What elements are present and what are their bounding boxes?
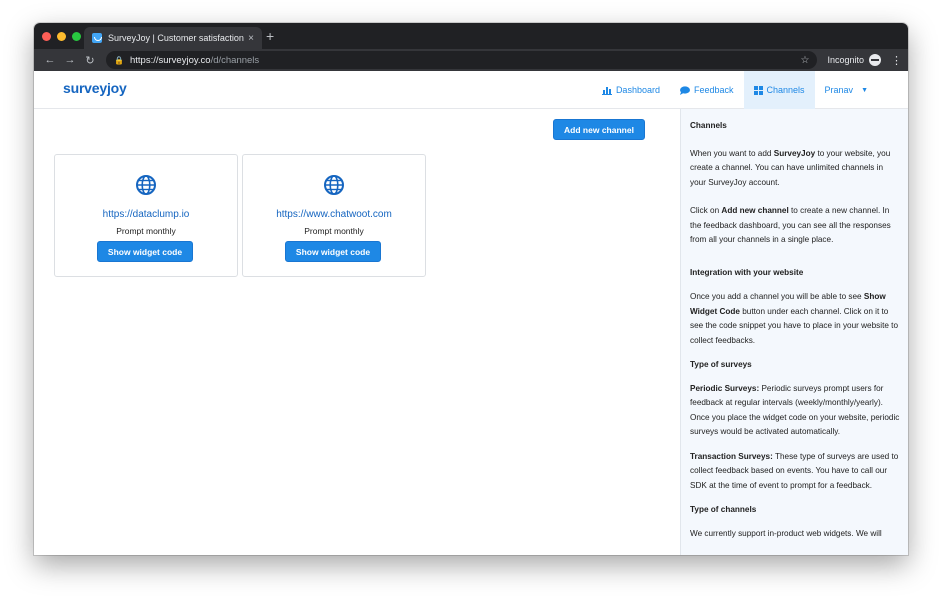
tab-close-icon[interactable]: ×: [248, 33, 254, 44]
maximize-window-button[interactable]: [72, 32, 81, 41]
globe-icon: [324, 175, 344, 195]
channel-card: https://dataclump.io Prompt monthly Show…: [54, 154, 238, 277]
reload-icon[interactable]: ↻: [80, 54, 100, 67]
tab-title: SurveyJoy | Customer satisfaction: [108, 33, 244, 43]
bookmark-star-icon[interactable]: ☆: [801, 55, 810, 66]
browser-menu-icon[interactable]: ⋮: [891, 54, 902, 67]
minimize-window-button[interactable]: [57, 32, 66, 41]
nav-dashboard-label: Dashboard: [615, 85, 660, 95]
nav-channels-label: Channels: [766, 85, 805, 95]
page-content: Add new channel https://dataclump.io Pro…: [34, 109, 908, 555]
url-host: https://surveyjoy.co: [129, 54, 211, 66]
url-path: /d/channels: [210, 54, 260, 66]
add-new-channel-button[interactable]: Add new channel: [553, 119, 645, 140]
tab-strip: SurveyJoy | Customer satisfaction × +: [34, 23, 908, 49]
surveyjoy-favicon-icon: [92, 33, 102, 43]
user-menu[interactable]: Pranav ▼: [815, 71, 908, 109]
channel-url-link[interactable]: https://www.chatwoot.com: [243, 209, 425, 220]
channel-url-link[interactable]: https://dataclump.io: [55, 209, 237, 220]
bar-chart-icon: [601, 86, 612, 95]
lock-icon: 🔒: [114, 55, 124, 65]
sidebar-heading: Type of channels: [690, 504, 757, 514]
new-tab-button[interactable]: +: [266, 28, 274, 44]
channel-frequency: Prompt monthly: [304, 226, 364, 236]
sidebar-paragraph: When you want to add SurveyJoy to your w…: [690, 149, 891, 187]
browser-window: SurveyJoy | Customer satisfaction × + ← …: [34, 23, 908, 555]
close-window-button[interactable]: [42, 32, 51, 41]
sidebar-heading: Type of surveys: [690, 360, 752, 370]
sidebar-paragraph: Once you add a channel you will be able …: [690, 292, 899, 345]
nav-feedback[interactable]: Feedback: [670, 71, 744, 109]
show-widget-code-button[interactable]: Show widget code: [97, 241, 193, 262]
nav-channels[interactable]: Channels: [743, 71, 815, 109]
globe-icon: [136, 175, 156, 195]
sidebar-paragraph: Periodic Surveys: Periodic surveys promp…: [690, 384, 900, 437]
sidebar-title: Channels: [690, 121, 727, 130]
address-bar[interactable]: 🔒 https://surveyjoy.co/d/channels ☆: [106, 51, 818, 69]
nav-dashboard[interactable]: Dashboard: [592, 71, 670, 109]
user-name: Pranav: [824, 85, 854, 95]
sidebar-paragraph: We currently support in-product web widg…: [690, 528, 882, 538]
nav-feedback-label: Feedback: [693, 85, 734, 95]
help-sidebar[interactable]: Channels When you want to add SurveyJoy …: [680, 109, 908, 555]
back-arrow-icon[interactable]: ←: [40, 54, 60, 66]
show-widget-code-button[interactable]: Show widget code: [285, 241, 381, 262]
grid-icon: [753, 85, 763, 95]
app-header: surveyjoy Dashboard Feedback Channels Pr…: [34, 71, 908, 109]
sidebar-paragraph: Click on Add new channel to create a new…: [690, 206, 891, 245]
chat-bubble-icon: [679, 85, 690, 95]
sidebar-paragraph: Transaction Surveys: These type of surve…: [690, 451, 899, 490]
caret-down-icon: ▼: [861, 86, 868, 94]
surveyjoy-logo[interactable]: surveyjoy: [63, 80, 127, 96]
channel-card: https://www.chatwoot.com Prompt monthly …: [242, 154, 426, 277]
incognito-icon: [869, 54, 881, 66]
forward-arrow-icon[interactable]: →: [60, 54, 80, 66]
incognito-label: Incognito: [827, 55, 864, 65]
browser-toolbar: ← → ↻ 🔒 https://surveyjoy.co/d/channels …: [34, 49, 908, 71]
browser-tab[interactable]: SurveyJoy | Customer satisfaction ×: [84, 27, 262, 49]
channels-main: Add new channel https://dataclump.io Pro…: [34, 110, 680, 555]
main-nav: Dashboard Feedback Channels Pranav ▼: [592, 71, 908, 109]
sidebar-heading: Integration with your website: [690, 268, 804, 278]
window-controls: [42, 32, 81, 41]
channel-frequency: Prompt monthly: [116, 226, 176, 236]
incognito-indicator[interactable]: Incognito: [827, 54, 881, 66]
